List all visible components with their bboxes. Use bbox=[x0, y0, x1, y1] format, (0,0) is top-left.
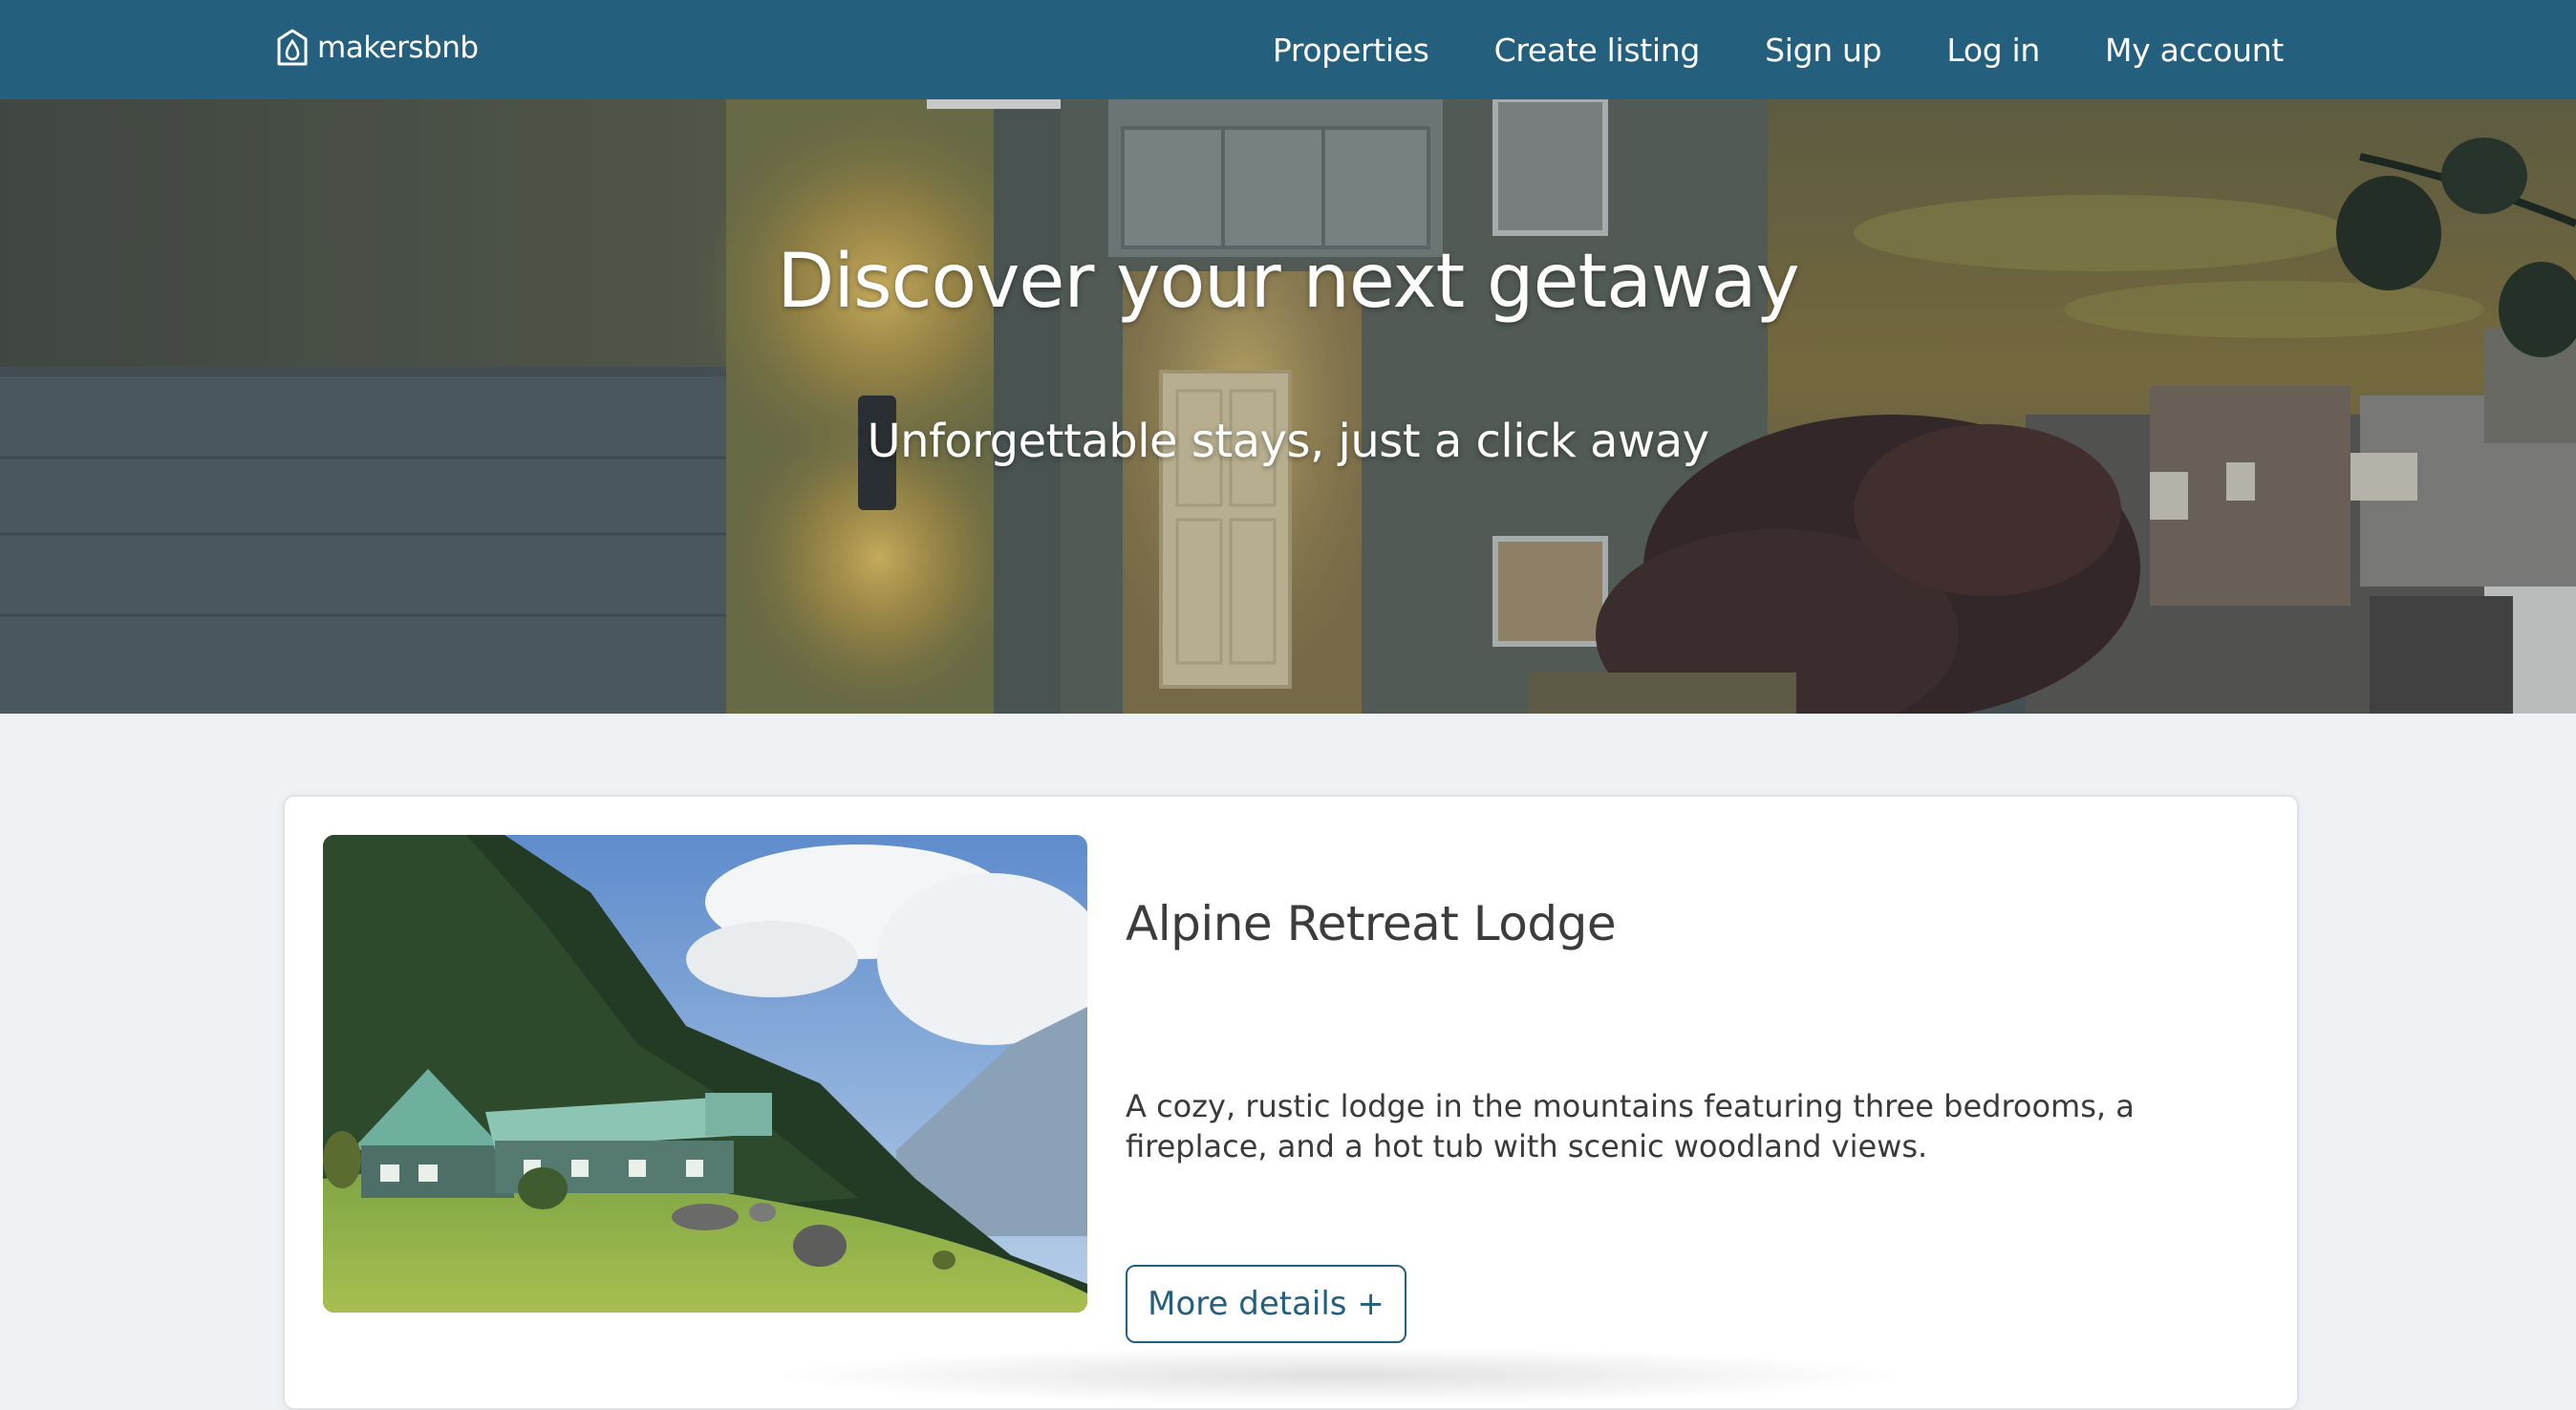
house-drop-icon bbox=[277, 29, 308, 66]
hero-subtitle: Unforgettable stays, just a click away bbox=[867, 415, 1709, 468]
mountain-lodge-image bbox=[323, 835, 1087, 1313]
main-nav: Properties Create listing Sign up Log in… bbox=[1208, 0, 2284, 99]
listing-card: Alpine Retreat Lodge A cozy, rustic lodg… bbox=[283, 795, 2299, 1410]
listing-photo[interactable] bbox=[323, 835, 1087, 1313]
more-details-button[interactable]: More details + bbox=[1126, 1265, 1406, 1343]
brand-logo-link[interactable]: makersbnb bbox=[275, 27, 479, 69]
nav-link-log-in[interactable]: Log in bbox=[1946, 32, 2040, 69]
listing-title: Alpine Retreat Lodge bbox=[1126, 896, 1617, 951]
hero-banner: Discover your next getaway Unforgettable… bbox=[0, 99, 2576, 714]
nav-link-properties[interactable]: Properties bbox=[1273, 32, 1429, 69]
listing-description: A cozy, rustic lodge in the mountains fe… bbox=[1126, 1088, 2135, 1164]
brand-name: makersbnb bbox=[317, 31, 479, 65]
nav-link-my-account[interactable]: My account bbox=[2105, 32, 2284, 69]
scroll-shadow bbox=[764, 1347, 1911, 1404]
hero-title: Discover your next getaway bbox=[777, 239, 1799, 325]
hero-overlay bbox=[0, 99, 2576, 714]
nav-link-create-listing[interactable]: Create listing bbox=[1494, 32, 1701, 69]
top-navbar: makersbnb Properties Create listing Sign… bbox=[0, 0, 2576, 99]
nav-link-sign-up[interactable]: Sign up bbox=[1765, 32, 1882, 69]
